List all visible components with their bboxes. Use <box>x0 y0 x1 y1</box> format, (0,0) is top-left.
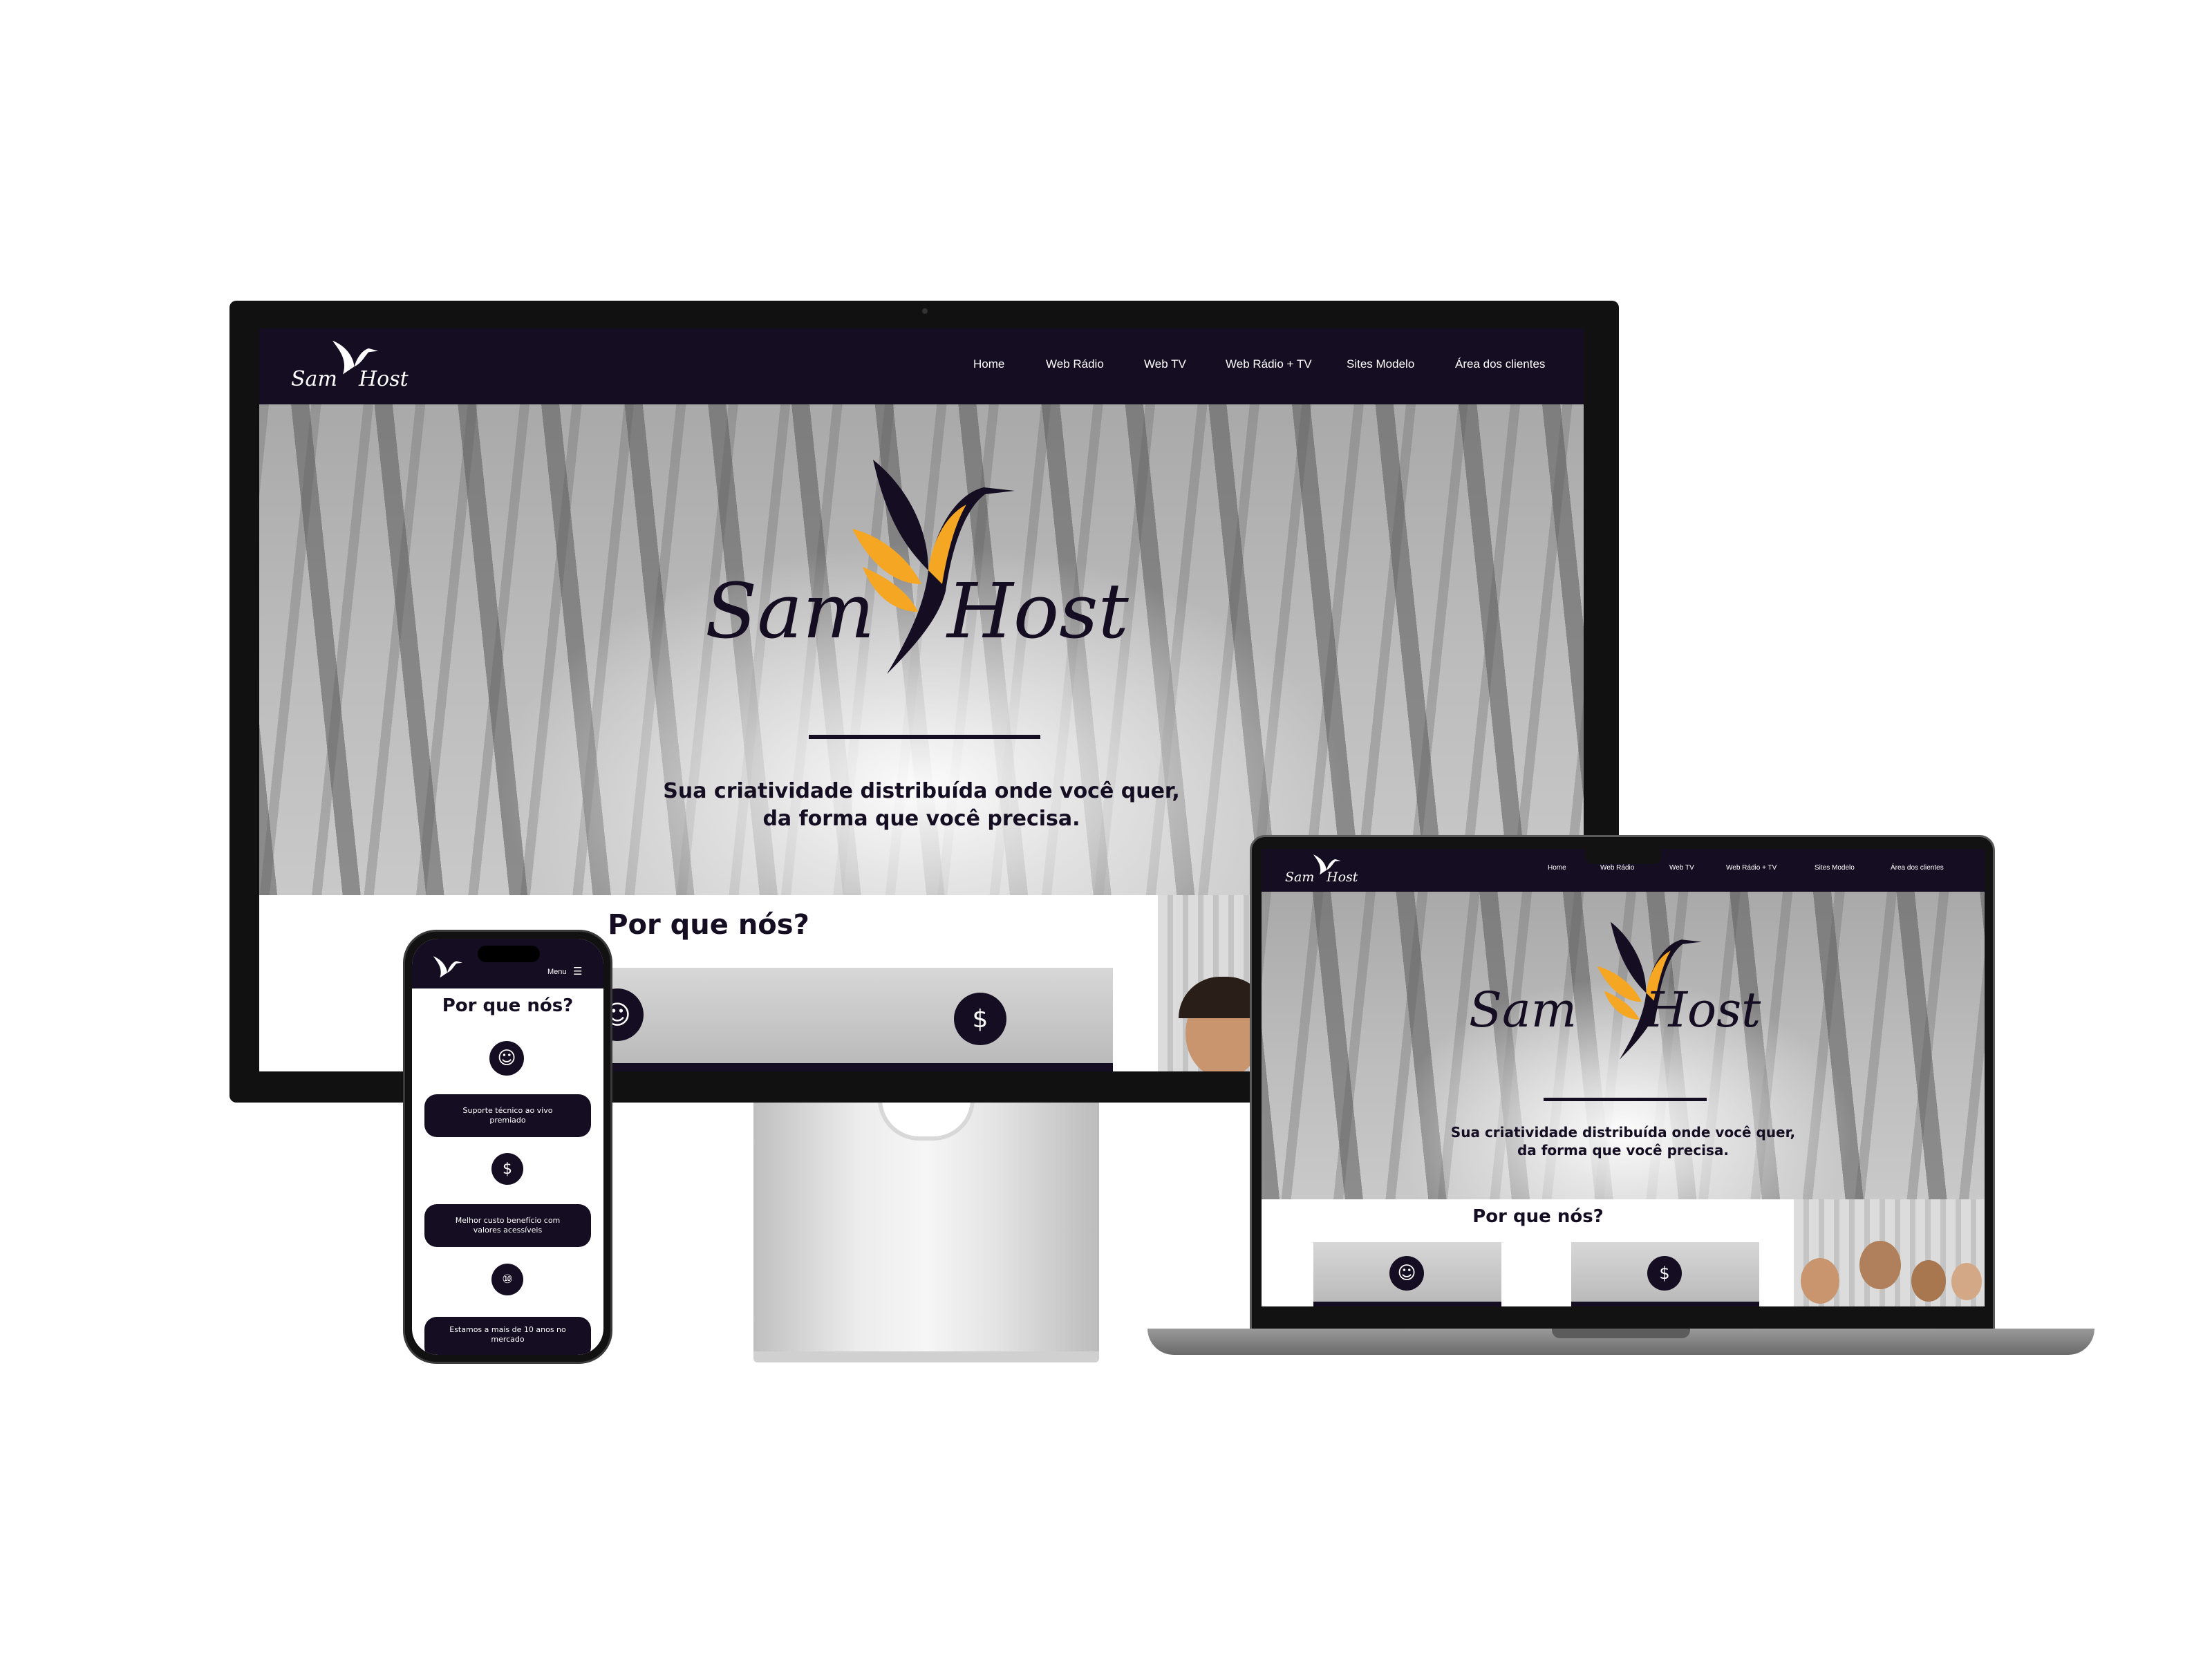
phone-dynamic-island <box>478 946 540 962</box>
phone-screen: Menu ☰ Por que nós? ☺ Suporte técnico ao… <box>412 939 603 1355</box>
desktop-feature-card-2: $ <box>847 968 1113 1071</box>
hero-divider <box>809 735 1040 739</box>
monitor-stand-base <box>753 1351 1099 1362</box>
laptop-team-face-1 <box>1801 1258 1839 1304</box>
laptop-feature-card-1: ☺ <box>1313 1242 1501 1306</box>
laptop-why-section: Por que nós? ☺ $ <box>1262 1199 1985 1306</box>
laptop-nav-logo-host: Host <box>1327 870 1358 885</box>
laptop-nav-area-clientes[interactable]: Área dos clientes <box>1891 864 1944 872</box>
desktop-hero: Sam Host Sua criatividade distribuída on… <box>259 404 1584 895</box>
laptop-team-face-3 <box>1911 1260 1946 1302</box>
phone-feature-pill-1: Suporte técnico ao vivo premiado <box>424 1094 591 1137</box>
phone-menu-label[interactable]: Menu <box>547 968 567 976</box>
laptop-team-face-4 <box>1951 1263 1982 1300</box>
laptop-hero-logo-sam: Sam <box>1469 982 1577 1038</box>
hamburger-menu-icon[interactable]: ☰ <box>573 965 582 977</box>
laptop-hero-divider <box>1544 1098 1707 1101</box>
laptop-nav-logo[interactable]: Sam Host <box>1285 853 1361 888</box>
desktop-nav-web-radio[interactable]: Web Rádio <box>1046 357 1104 371</box>
laptop-feature-card-2: $ <box>1571 1242 1759 1306</box>
laptop-screen: Sam Host Home Web Rádio Web TV Web Rádio… <box>1262 849 1985 1306</box>
desktop-nav-logo[interactable]: Sam Host <box>291 338 409 395</box>
desktop-nav-home[interactable]: Home <box>973 357 1004 371</box>
phone-why-title: Por que nós? <box>442 995 574 1016</box>
money-plant-icon: $ <box>954 993 1006 1045</box>
laptop-support-agent-icon: ☺ <box>1389 1256 1424 1291</box>
laptop-nav-sites-modelo[interactable]: Sites Modelo <box>1815 864 1855 872</box>
laptop-nav-web-radio-tv[interactable]: Web Rádio + TV <box>1726 864 1777 872</box>
laptop-notch <box>1552 1329 1690 1338</box>
laptop-money-plant-icon: $ <box>1647 1256 1682 1291</box>
hero-logo-sam: Sam <box>705 567 875 655</box>
phone-navbar: Menu ☰ <box>412 939 603 988</box>
desktop-feature-card-1: ☺ <box>612 968 878 1071</box>
desktop-why-title: Por que nós? <box>608 909 809 941</box>
phone-feature-pill-2: Melhor custo benefício com valores acess… <box>424 1204 591 1247</box>
monitor-camera <box>922 308 928 314</box>
phone-money-plant-icon: $ <box>491 1153 523 1185</box>
laptop-nav-logo-sam: Sam <box>1285 870 1315 885</box>
laptop-team-photo <box>1794 1199 1985 1306</box>
laptop-hero-tagline-line-2: da forma que você precisa. <box>1517 1142 1730 1159</box>
hero-logo-host: Host <box>947 567 1129 655</box>
desktop-nav-web-radio-tv[interactable]: Web Rádio + TV <box>1226 357 1312 371</box>
laptop-nav-home[interactable]: Home <box>1548 864 1566 872</box>
support-agent-icon: ☺ <box>612 988 644 1041</box>
laptop-camera-notch <box>1585 849 1661 864</box>
phone-ten-years-icon: ⑩ <box>491 1264 523 1295</box>
laptop-hero: Sam Host Sua criatividade distribuída on… <box>1262 892 1985 1199</box>
laptop-team-face-2 <box>1859 1241 1901 1289</box>
hero-tagline-line-2: da forma que você precisa. <box>762 807 1080 831</box>
phone-support-agent-icon: ☺ <box>489 1041 524 1076</box>
desktop-nav-area-clientes[interactable]: Área dos clientes <box>1455 357 1545 371</box>
laptop-hero-logo-host: Host <box>1645 982 1761 1038</box>
hero-tagline-line-1: Sua criatividade distribuída onde você q… <box>663 779 1180 803</box>
laptop-hero-tagline-line-1: Sua criatividade distribuída onde você q… <box>1450 1124 1796 1141</box>
phone-feature-pill-3: Estamos a mais de 10 anos no mercado <box>424 1317 591 1355</box>
desktop-nav-web-tv[interactable]: Web TV <box>1144 357 1186 371</box>
laptop-nav-web-tv[interactable]: Web TV <box>1669 864 1694 872</box>
desktop-nav-logo-sam: Sam <box>291 367 337 391</box>
laptop-why-title: Por que nós? <box>1472 1206 1604 1227</box>
desktop-nav-logo-host: Host <box>359 367 409 391</box>
phone-hummingbird-logo-icon[interactable] <box>430 954 463 982</box>
laptop-nav-web-radio[interactable]: Web Rádio <box>1600 864 1634 872</box>
desktop-nav-sites-modelo[interactable]: Sites Modelo <box>1347 357 1414 371</box>
desktop-navbar: Sam Host Home Web Rádio Web TV Web Rádio… <box>259 328 1584 404</box>
